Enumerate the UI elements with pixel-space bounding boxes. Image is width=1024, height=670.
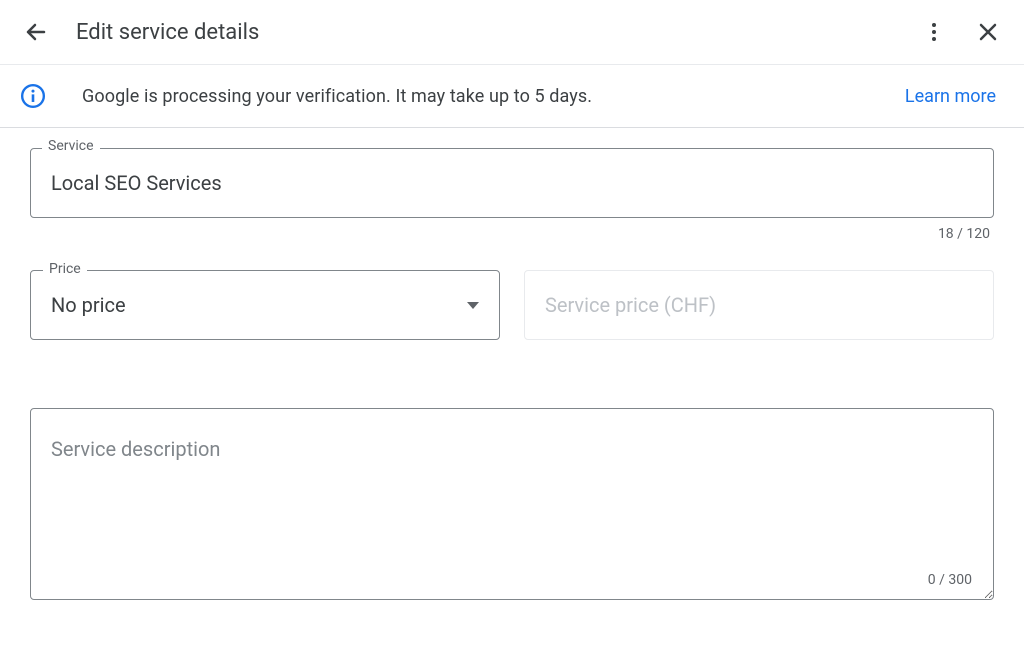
price-value: No price [51, 293, 126, 317]
price-select[interactable]: Price No price [30, 270, 500, 340]
verification-banner: Google is processing your verification. … [0, 64, 1024, 128]
service-counter: 18 / 120 [30, 226, 994, 242]
banner-text: Google is processing your verification. … [82, 86, 905, 107]
more-options-button[interactable] [922, 20, 946, 44]
chevron-down-icon [467, 302, 479, 309]
description-counter: 0 / 300 [928, 572, 972, 588]
close-icon [976, 20, 1000, 44]
learn-more-link[interactable]: Learn more [905, 86, 996, 107]
info-icon [20, 83, 46, 109]
service-price-input [524, 270, 994, 340]
close-button[interactable] [976, 20, 1000, 44]
description-textarea[interactable] [30, 408, 994, 600]
back-button[interactable] [24, 20, 48, 44]
price-label: Price [43, 261, 87, 277]
page-title: Edit service details [76, 20, 922, 45]
service-label: Service [42, 138, 100, 154]
more-vert-icon [922, 20, 946, 44]
service-input[interactable] [30, 148, 994, 218]
arrow-left-icon [24, 20, 48, 44]
